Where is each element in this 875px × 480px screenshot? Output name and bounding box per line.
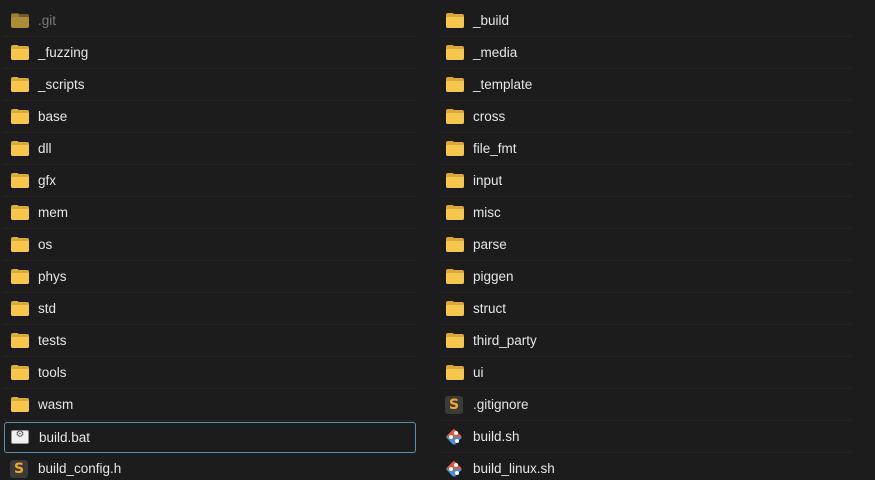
file-item-name: phys xyxy=(38,269,67,284)
file-item-name: tests xyxy=(38,333,67,348)
file-item-build-config-h[interactable]: Sbuild_config.h xyxy=(4,454,416,480)
folder-icon xyxy=(10,12,30,30)
folder-icon xyxy=(445,204,465,222)
file-item-gitignore[interactable]: S .gitignore xyxy=(439,390,851,421)
folder-icon xyxy=(445,12,465,30)
file-explorer-tile-view: .git _fuzzing _scriptsbase dll gfx mem os phys s… xyxy=(0,0,875,480)
file-item-name: input xyxy=(473,173,503,188)
file-item-name: dll xyxy=(38,141,52,156)
file-item-name: misc xyxy=(473,205,501,220)
folder-icon xyxy=(10,204,30,222)
folder-icon xyxy=(10,172,30,190)
folder-icon xyxy=(445,108,465,126)
file-item-piggen[interactable]: piggen xyxy=(439,262,851,293)
file-item-struct[interactable]: struct xyxy=(439,294,851,325)
folder-icon xyxy=(10,140,30,158)
file-item-cross[interactable]: cross xyxy=(439,102,851,133)
file-item-build[interactable]: _build xyxy=(439,6,851,37)
file-item-name: cross xyxy=(473,109,506,124)
folder-icon xyxy=(445,332,465,350)
file-item-build-linux-sh[interactable]: build_linux.sh xyxy=(439,454,851,480)
sublime-file-icon: S xyxy=(10,460,28,478)
file-item-name: tools xyxy=(38,365,67,380)
folder-icon xyxy=(10,236,30,254)
file-item-name: mem xyxy=(38,205,68,220)
file-item-os[interactable]: os xyxy=(4,230,416,261)
file-item-phys[interactable]: phys xyxy=(4,262,416,293)
file-item-ui[interactable]: ui xyxy=(439,358,851,389)
file-item-name: ui xyxy=(473,365,484,380)
folder-icon xyxy=(445,76,465,94)
folder-icon xyxy=(10,44,30,62)
file-item-build-bat[interactable]: ⚙ build.bat xyxy=(4,422,416,453)
folder-icon xyxy=(445,172,465,190)
file-item-template[interactable]: _template xyxy=(439,70,851,101)
file-item-name: build.sh xyxy=(473,429,520,444)
folder-icon xyxy=(445,140,465,158)
folder-icon xyxy=(10,300,30,318)
file-item-name: .git xyxy=(38,13,57,28)
git-shell-icon xyxy=(445,460,463,478)
folder-icon xyxy=(445,268,465,286)
file-item-third-party[interactable]: third_party xyxy=(439,326,851,357)
file-item-parse[interactable]: parse xyxy=(439,230,851,261)
file-item-name: struct xyxy=(473,301,507,316)
file-item-base[interactable]: base xyxy=(4,102,416,133)
folder-icon xyxy=(10,396,30,414)
file-item-name: _media xyxy=(473,45,518,60)
file-item-name: wasm xyxy=(38,397,74,412)
file-item-tests[interactable]: tests xyxy=(4,326,416,357)
file-item-media[interactable]: _media xyxy=(439,38,851,69)
file-item-name: file_fmt xyxy=(473,141,517,156)
file-item-gfx[interactable]: gfx xyxy=(4,166,416,197)
file-item-name: os xyxy=(38,237,53,252)
folder-icon xyxy=(445,236,465,254)
git-shell-icon xyxy=(445,428,463,446)
file-item-name: .gitignore xyxy=(473,397,529,412)
folder-icon xyxy=(10,364,30,382)
folder-icon xyxy=(445,44,465,62)
file-item-name: build_config.h xyxy=(38,461,122,476)
file-item-name: _template xyxy=(473,77,533,92)
file-item-name: _fuzzing xyxy=(38,45,89,60)
file-item-std[interactable]: std xyxy=(4,294,416,325)
file-column-left: .git _fuzzing _scriptsbase dll gfx mem os phys s… xyxy=(4,6,416,480)
file-column-right: _build _media _templatecross file_fmtinput m… xyxy=(439,6,851,480)
file-item-fuzzing[interactable]: _fuzzing xyxy=(4,38,416,69)
file-item-build-sh[interactable]: build.sh xyxy=(439,422,851,453)
file-item-scripts[interactable]: _scripts xyxy=(4,70,416,101)
sublime-file-icon: S xyxy=(445,396,463,414)
file-item-name: base xyxy=(38,109,68,124)
file-item-name: piggen xyxy=(473,269,514,284)
file-item-name: parse xyxy=(473,237,507,252)
folder-icon xyxy=(445,300,465,318)
file-item-tools[interactable]: tools xyxy=(4,358,416,389)
file-item-name: std xyxy=(38,301,57,316)
file-item-git[interactable]: .git xyxy=(4,6,416,37)
file-item-wasm[interactable]: wasm xyxy=(4,390,416,421)
file-item-input[interactable]: input xyxy=(439,166,851,197)
folder-icon xyxy=(445,364,465,382)
file-item-file-fmt[interactable]: file_fmt xyxy=(439,134,851,165)
file-item-dll[interactable]: dll xyxy=(4,134,416,165)
folder-icon xyxy=(10,268,30,286)
file-item-name: gfx xyxy=(38,173,57,188)
file-item-name: _scripts xyxy=(38,77,85,92)
file-item-mem[interactable]: mem xyxy=(4,198,416,229)
file-item-name: _build xyxy=(473,13,510,28)
folder-icon xyxy=(10,76,30,94)
file-item-name: build.bat xyxy=(39,430,91,445)
folder-icon xyxy=(10,108,30,126)
batch-file-icon: ⚙ xyxy=(11,429,29,444)
file-item-name: build_linux.sh xyxy=(473,461,555,476)
folder-icon xyxy=(10,332,30,350)
file-item-name: third_party xyxy=(473,333,537,348)
file-item-misc[interactable]: misc xyxy=(439,198,851,229)
